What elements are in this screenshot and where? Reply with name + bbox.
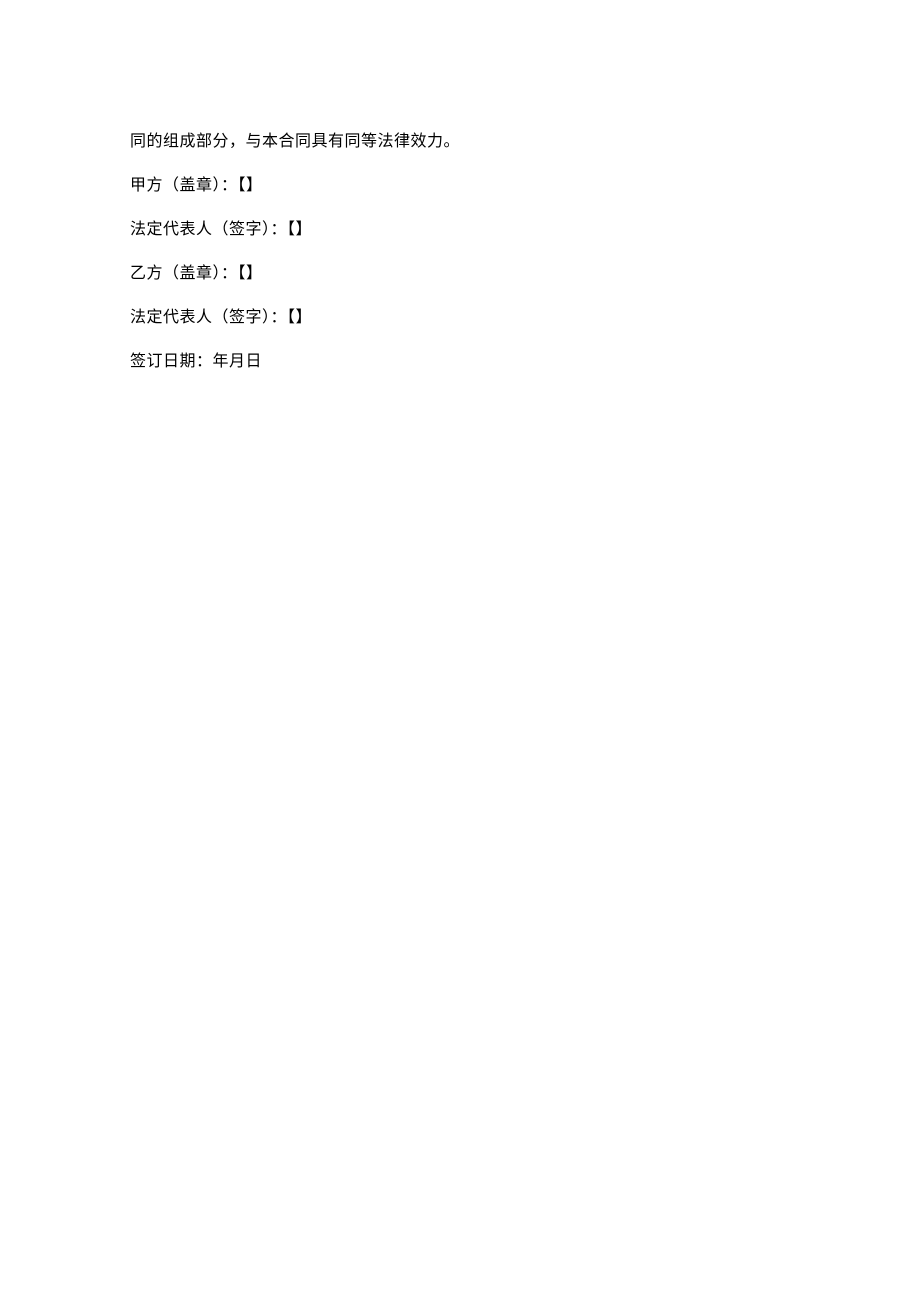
contract-clause-continuation: 同的组成部分，与本合同具有同等法律效力。 xyxy=(130,130,790,154)
party-b-representative-signature: 法定代表人（签字）：【】 xyxy=(130,306,790,330)
signing-date: 签订日期：年月日 xyxy=(130,350,790,374)
party-b-seal: 乙方（盖章）：【】 xyxy=(130,262,790,286)
party-a-seal: 甲方（盖章）：【】 xyxy=(130,174,790,198)
party-a-representative-signature: 法定代表人（签字）：【】 xyxy=(130,218,790,242)
